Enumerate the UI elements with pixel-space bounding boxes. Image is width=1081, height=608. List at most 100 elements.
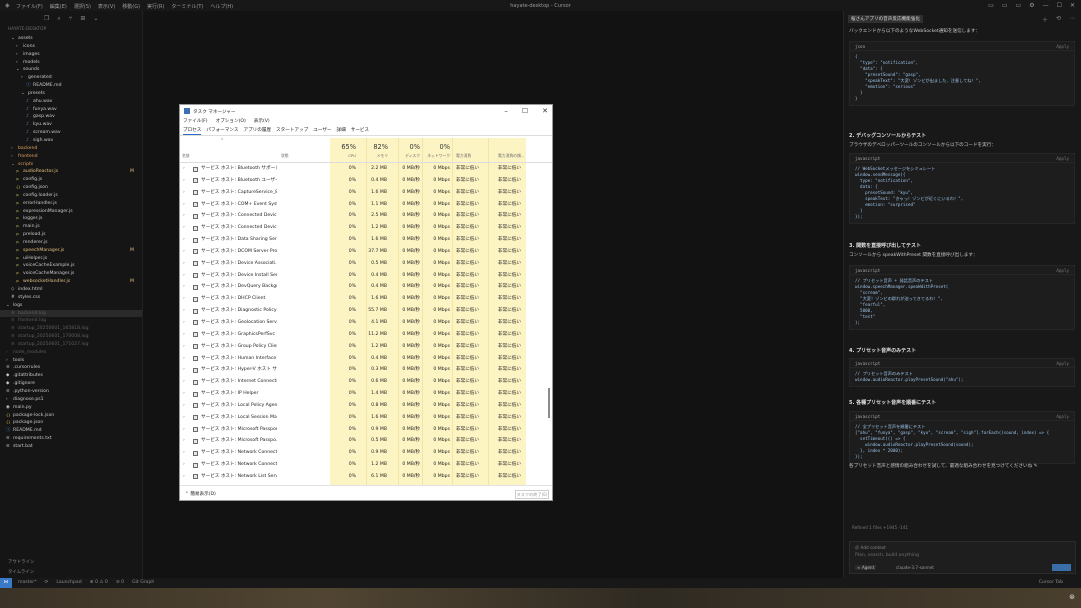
tree-item[interactable]: ♪ kyu.wav bbox=[0, 121, 142, 129]
layout-sidebar-icon[interactable]: ▭ bbox=[988, 2, 994, 9]
column-power[interactable]: 電力消費 bbox=[456, 153, 471, 159]
tree-item[interactable]: ≡ backend.log bbox=[0, 309, 142, 318]
minimize-icon[interactable]: – bbox=[504, 107, 508, 115]
tab-2[interactable]: アプリの履歴 bbox=[243, 126, 271, 135]
system-tray-icon[interactable]: ⊛ bbox=[1069, 593, 1075, 601]
column-disk[interactable]: ディスク bbox=[398, 153, 420, 159]
table-row[interactable]: › サービス ホスト: Geolocation Service 0% 4.1 MB 0 … bbox=[180, 317, 548, 329]
search-icon[interactable]: ⌕ bbox=[57, 15, 60, 27]
table-row[interactable]: › サービス ホスト: Device Associati... 0% 0.5 MB 0 … bbox=[180, 258, 548, 270]
apply-button[interactable]: Apply bbox=[1056, 154, 1069, 163]
tree-item[interactable]: JS renderer.js bbox=[0, 239, 142, 247]
expand-chevron-icon[interactable]: › bbox=[183, 210, 185, 222]
model-selector[interactable]: claude-3.7-sonnet bbox=[896, 565, 934, 570]
tree-item[interactable]: ⌄ sounds bbox=[0, 66, 142, 74]
minimize-icon[interactable]: — bbox=[1043, 2, 1049, 9]
column-network[interactable]: ネットワーク bbox=[424, 153, 450, 159]
table-row[interactable]: › サービス ホスト: Microsoft Passport 0% 0.9 MB 0 M… bbox=[180, 424, 548, 436]
tree-item[interactable]: ⓘ README.md bbox=[0, 82, 142, 90]
tree-item[interactable]: ⌄ presets bbox=[0, 90, 142, 98]
layout-secondary-icon[interactable]: ▭ bbox=[1016, 2, 1022, 9]
chat-input[interactable]: Plan, search, build anything bbox=[855, 553, 919, 558]
expand-chevron-icon[interactable]: › bbox=[183, 270, 185, 282]
tree-item[interactable]: › backend bbox=[0, 145, 142, 153]
add-context-button[interactable]: ＠ Add context bbox=[855, 545, 886, 551]
tree-item[interactable]: › tools bbox=[0, 357, 142, 365]
table-row[interactable]: › サービス ホスト: Local Policy Agent 0% 0.8 MB 0 M… bbox=[180, 400, 548, 412]
status-item[interactable]: ⟳ bbox=[45, 580, 49, 585]
tree-item[interactable]: JS main.js bbox=[0, 223, 142, 231]
tree-item[interactable]: JS expressionManager.js bbox=[0, 208, 142, 216]
chevron-down-icon[interactable]: ⌄ bbox=[93, 15, 98, 27]
expand-chevron-icon[interactable]: › bbox=[183, 281, 185, 293]
remote-icon[interactable]: ⋈ bbox=[0, 578, 12, 588]
close-icon[interactable]: ✕ bbox=[1070, 2, 1075, 9]
expand-chevron-icon[interactable]: › bbox=[183, 258, 185, 270]
expand-chevron-icon[interactable]: › bbox=[183, 305, 185, 317]
expand-chevron-icon[interactable]: › bbox=[183, 459, 185, 471]
tab-0[interactable]: プロセス bbox=[183, 126, 202, 135]
more-icon[interactable]: ⋯ bbox=[1069, 15, 1075, 24]
table-row[interactable]: › サービス ホスト: DevQuery Backgro... 0% 0.4 MB 0 … bbox=[180, 281, 548, 293]
tree-item[interactable]: ♪ scream.wav bbox=[0, 129, 142, 137]
table-row[interactable]: › サービス ホスト: Connected Device... 0% 2.5 MB 0 … bbox=[180, 210, 548, 222]
table-row[interactable]: › サービス ホスト: DHCP Client 0% 1.6 MB 0 MB/秒 0 Mb… bbox=[180, 293, 548, 305]
tab-3[interactable]: スタートアップ bbox=[276, 126, 308, 135]
tree-item[interactable]: {} package-lock.json bbox=[0, 412, 142, 420]
outline-section[interactable]: アウトライン bbox=[0, 558, 143, 568]
table-row[interactable]: › サービス ホスト: Microsoft Passpo... 0% 0.5 MB 0 … bbox=[180, 435, 548, 447]
status-item[interactable]: master* bbox=[18, 580, 37, 585]
expand-chevron-icon[interactable]: › bbox=[183, 447, 185, 459]
tree-item[interactable]: JS voiceCacheManager.js bbox=[0, 270, 142, 278]
table-row[interactable]: › サービス ホスト: Device Install Servi... 0% 0.4 … bbox=[180, 270, 548, 282]
apply-button[interactable]: Apply bbox=[1056, 412, 1069, 421]
table-row[interactable]: › サービス ホスト: Bluetooth ユーザー... 0% 0.4 MB 0 MB… bbox=[180, 175, 548, 187]
column-name[interactable]: 名前 bbox=[182, 153, 190, 159]
tree-item[interactable]: ≡ startup_20250601_165818.log bbox=[0, 325, 142, 333]
tree-item[interactable]: ◆ .gitignore bbox=[0, 380, 142, 388]
tree-item[interactable]: › images bbox=[0, 51, 142, 59]
status-item[interactable]: ⊘ 0 bbox=[116, 580, 124, 585]
maximize-icon[interactable]: ☐ bbox=[1057, 2, 1062, 9]
tree-item[interactable]: ♪ gasp.wav bbox=[0, 113, 142, 121]
table-row[interactable]: › サービス ホスト: Network Connecti... 0% 1.2 MB 0 … bbox=[180, 459, 548, 471]
expand-chevron-icon[interactable]: › bbox=[183, 376, 185, 388]
expand-chevron-icon[interactable]: › bbox=[183, 341, 185, 353]
tree-item[interactable]: JS preload.js bbox=[0, 231, 142, 239]
table-row[interactable]: › サービス ホスト: Internet Connectio... 0% 0.6 MB… bbox=[180, 376, 548, 388]
status-item[interactable]: Launchpad bbox=[56, 580, 81, 585]
column-memory-percent[interactable]: 82% bbox=[368, 143, 388, 151]
tree-item[interactable]: JS logger.js bbox=[0, 215, 142, 223]
tree-item[interactable]: JS websocketHandler.js M bbox=[0, 278, 142, 286]
tree-item[interactable]: JS audioReactor.js M bbox=[0, 168, 142, 176]
tree-item[interactable]: › frontend bbox=[0, 153, 142, 161]
tree-item[interactable]: › diagnose.ps1 bbox=[0, 396, 142, 404]
tree-item[interactable]: ◉ main.py bbox=[0, 404, 142, 412]
table-row[interactable]: › サービス ホスト: IP Helper 0% 1.4 MB 0 MB/秒 0 Mbps… bbox=[180, 388, 548, 400]
expand-chevron-icon[interactable]: › bbox=[183, 412, 185, 424]
tree-item[interactable]: ≡ requirements.txt bbox=[0, 435, 142, 443]
expand-chevron-icon[interactable]: › bbox=[183, 317, 185, 329]
expand-chevron-icon[interactable]: › bbox=[183, 364, 185, 376]
tree-item[interactable]: ⓘ README.md bbox=[0, 427, 142, 435]
expand-chevron-icon[interactable]: › bbox=[183, 234, 185, 246]
tab-5[interactable]: 詳細 bbox=[337, 126, 346, 135]
agent-mode-selector[interactable]: ∞ Agent bbox=[855, 565, 877, 570]
status-item[interactable]: Git Graph bbox=[132, 580, 154, 585]
expand-chevron-icon[interactable]: › bbox=[183, 222, 185, 234]
expand-chevron-icon[interactable]: › bbox=[183, 435, 185, 447]
tree-item[interactable]: › node_modules bbox=[0, 349, 142, 357]
apply-button[interactable]: Apply bbox=[1056, 359, 1069, 368]
tm-menu-item[interactable]: 表示(V) bbox=[254, 118, 270, 126]
layout-panel-icon[interactable]: ▭ bbox=[1002, 2, 1008, 9]
tree-item[interactable]: › icons bbox=[0, 43, 142, 51]
tab-4[interactable]: ユーザー bbox=[313, 126, 331, 135]
tree-item[interactable]: JS voiceCacheExample.js bbox=[0, 262, 142, 270]
plus-icon[interactable]: ＋ bbox=[1042, 15, 1048, 24]
tree-item[interactable]: JS speechManager.js M bbox=[0, 247, 142, 255]
table-row[interactable]: › サービス ホスト: Network List Service 0% 6.1 MB 0… bbox=[180, 471, 548, 483]
tree-item[interactable]: JS config.loader.js bbox=[0, 192, 142, 200]
tree-item[interactable]: JS errorHandler.js bbox=[0, 200, 142, 208]
expand-chevron-icon[interactable]: › bbox=[183, 187, 185, 199]
expand-chevron-icon[interactable]: › bbox=[183, 199, 185, 211]
